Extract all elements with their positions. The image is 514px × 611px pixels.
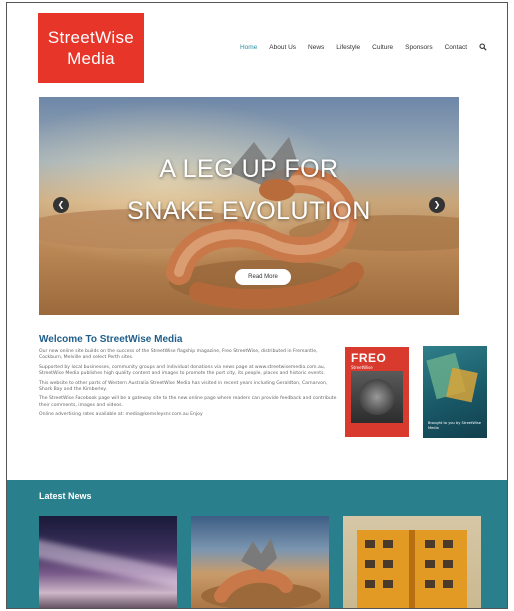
logo-line1: StreetWise [47,28,135,47]
building-window [425,580,435,588]
building-window [425,560,435,568]
building-stripe [409,530,415,608]
magazine-subtitle: StreetWise [351,365,373,370]
search-icon[interactable] [479,43,487,51]
welcome-paragraph: Supported by local businesses, community… [39,364,326,377]
nav-culture[interactable]: Culture [372,44,393,51]
magazine-cover-freo[interactable]: FREO StreetWise [345,347,409,437]
nav-sponsors[interactable]: Sponsors [405,44,432,51]
magazine-caption: Brought to you by StreetWise Media [428,421,481,430]
news-card-building[interactable] [343,516,481,608]
building-window [365,580,375,588]
building-window [383,540,393,548]
nav-about-us[interactable]: About Us [269,44,296,51]
magazine-cover-image [359,379,395,415]
welcome-paragraph: This website to other parts of Western A… [39,380,328,393]
news-card-milky-way[interactable] [39,516,177,608]
magazine-title: FREO [351,351,387,365]
welcome-section: Welcome To StreetWise Media Our new onli… [39,334,339,422]
site-header: StreetWise Media Home About Us News Life… [7,3,507,93]
building-window [425,540,435,548]
nav-home[interactable]: Home [240,44,257,51]
hero-slider: A LEG UP FOR SNAKE EVOLUTION ❮ ❯ Read Mo… [39,97,459,315]
nav-contact[interactable]: Contact [445,44,467,51]
read-more-button[interactable]: Read More [235,269,291,285]
building-window [365,540,375,548]
building-window [443,580,453,588]
hero-title-line1: A LEG UP FOR [159,155,339,183]
news-card-image [201,538,321,608]
building-window [365,560,375,568]
news-card-snake[interactable] [191,516,329,608]
slider-next-button[interactable]: ❯ [429,197,445,213]
welcome-paragraph: Our new online site builds on the succes… [39,349,318,361]
browser-page: StreetWise Media Home About Us News Life… [6,2,508,609]
hero-title-line2: SNAKE EVOLUTION [127,197,371,225]
magazine-cover-graphic [446,367,478,403]
welcome-paragraph: Online advertising rates available at: m… [39,412,203,418]
latest-news-heading: Latest News [39,491,92,501]
news-card-image [39,538,177,592]
slider-prev-button[interactable]: ❮ [53,197,69,213]
building-window [383,580,393,588]
welcome-paragraph: The StreetWise Facebook page will be a g… [39,396,337,408]
nav-news[interactable]: News [308,44,324,51]
building-window [443,540,453,548]
latest-news-section: Latest News [7,480,507,608]
welcome-heading: Welcome To StreetWise Media [39,334,183,345]
chevron-left-icon: ❮ [57,200,65,209]
main-nav: Home About Us News Lifestyle Culture Spo… [228,43,487,51]
building-window [443,560,453,568]
building-window [383,560,393,568]
news-card-image [357,530,467,608]
site-logo[interactable]: StreetWise Media [38,13,144,83]
chevron-right-icon: ❯ [433,200,441,209]
logo-line2: Media [67,49,115,68]
magazine-cover-2[interactable]: Brought to you by StreetWise Media [423,346,487,438]
nav-lifestyle[interactable]: Lifestyle [336,44,360,51]
